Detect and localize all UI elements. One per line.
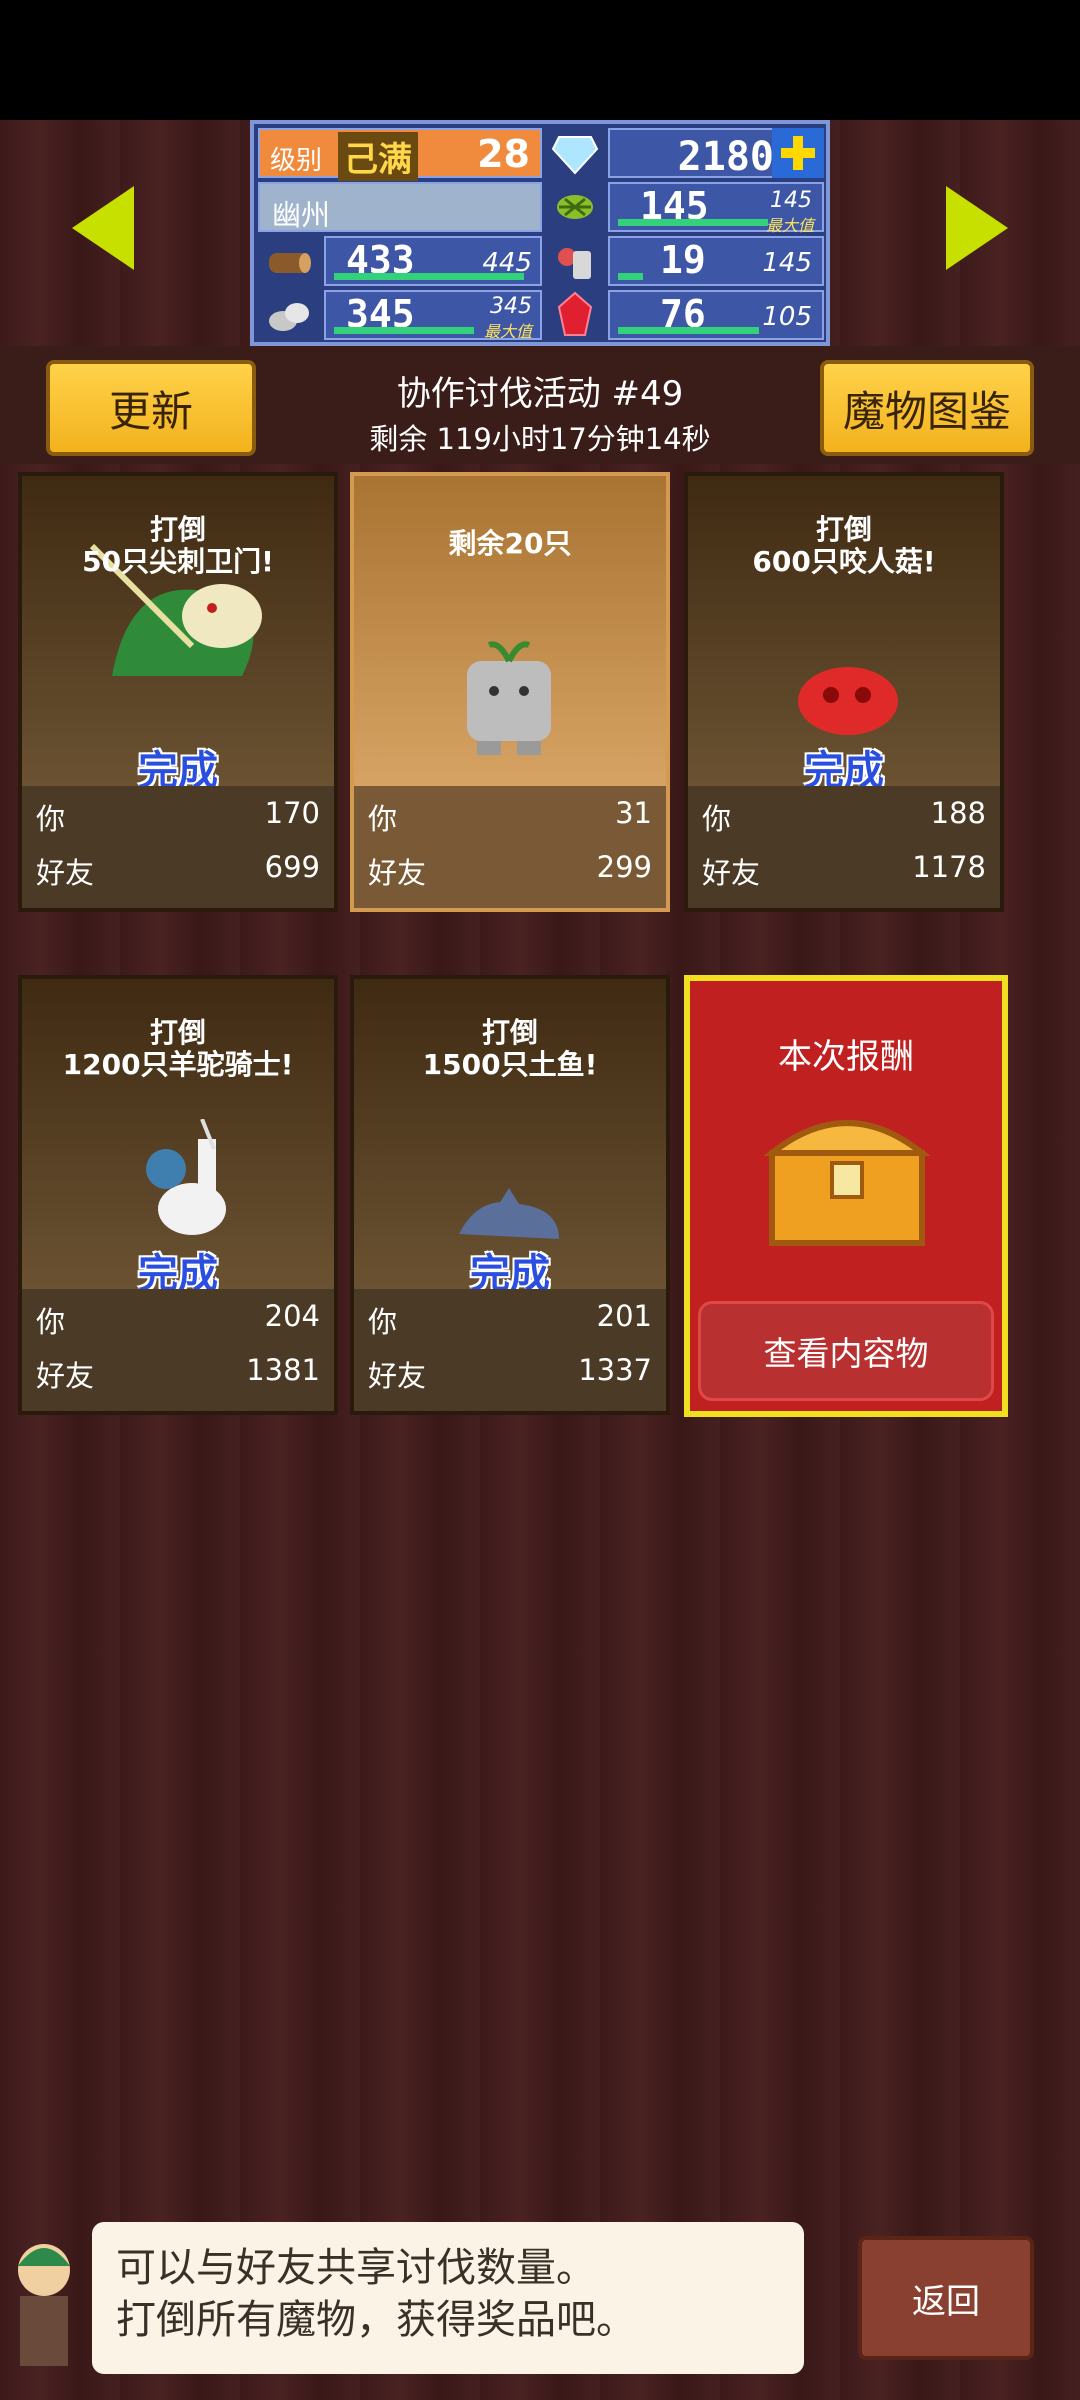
friend-label: 好友: [368, 1359, 427, 1393]
you-label: 你: [36, 802, 66, 836]
food-cell: 145 145 最大值: [608, 182, 824, 235]
food-max: 145: [770, 188, 812, 213]
friend-count: 1178: [912, 850, 986, 884]
wood-bar: [334, 273, 524, 280]
friend-label: 好友: [368, 856, 427, 890]
food-bar: [618, 219, 768, 226]
you-label: 你: [368, 1305, 398, 1339]
mission-card-art: 打倒 1500只土鱼! 完成: [354, 979, 666, 1297]
mission-card[interactable]: 打倒 50只尖刺卫门! 完成 你 170 好友 699: [18, 472, 338, 912]
mission-text: 打倒 600只咬人菇!: [752, 513, 936, 578]
troops-max: 145: [762, 248, 812, 278]
next-arrow-icon[interactable]: [946, 186, 1008, 270]
plus-icon: [781, 136, 815, 170]
gem-cell: 2180: [608, 128, 788, 180]
view-contents-button[interactable]: 查看内容物: [698, 1301, 994, 1401]
troops-value: 19: [660, 238, 706, 282]
alpaca-knight-monster-icon: [112, 1119, 252, 1249]
back-button[interactable]: 返回: [858, 2236, 1034, 2360]
avatar: [0, 2230, 88, 2380]
mission-card-art: 打倒 50只尖刺卫门! 完成: [22, 476, 334, 794]
ruby-cell: 76 105: [608, 290, 824, 340]
friend-count: 299: [596, 850, 652, 884]
level-label: 级别: [270, 146, 323, 176]
you-label: 你: [36, 1305, 66, 1339]
stone-icon: [258, 284, 320, 346]
you-count: 170: [264, 796, 320, 830]
treasure-chest-icon: [762, 1103, 932, 1253]
troops-bar: [618, 273, 643, 280]
stone-max-note: 最大值: [483, 322, 532, 341]
stats-panel: 你 204 好友 1381: [22, 1289, 334, 1411]
event-time-left: 剩余 119小时17分钟14秒: [369, 422, 711, 456]
mission-card[interactable]: 打倒 600只咬人菇! 完成 你 188 好友 1178: [684, 472, 1004, 912]
you-label: 你: [702, 802, 732, 836]
add-gems-button[interactable]: [772, 128, 824, 178]
bestiary-button[interactable]: 魔物图鉴: [820, 360, 1034, 456]
mission-text: 剩余20只: [448, 527, 572, 560]
food-max-note: 最大值: [765, 216, 814, 235]
friend-label: 好友: [36, 1359, 95, 1393]
stone-golem-monster-icon: [434, 626, 584, 766]
location-cell: 幽州: [258, 182, 542, 232]
friend-label: 好友: [36, 856, 95, 890]
friend-count: 1337: [578, 1353, 652, 1387]
stats-panel: 你 201 好友 1337: [354, 1289, 666, 1411]
prev-arrow-icon[interactable]: [72, 186, 134, 270]
you-count: 31: [615, 796, 652, 830]
wheat-icon: [544, 176, 606, 238]
friend-label: 好友: [702, 856, 761, 890]
stats-panel: 你 170 好友 699: [22, 786, 334, 908]
mission-text: 打倒 50只尖刺卫门!: [82, 513, 274, 578]
ruby-icon: [544, 284, 606, 346]
hint-line-2: 打倒所有魔物，获得奖品吧。: [116, 2297, 636, 2343]
you-count: 188: [930, 796, 986, 830]
resource-panel: 级别 己满 28 2180 幽州 145 145 最大值 433 445 19 …: [250, 120, 830, 346]
level-value: 28: [477, 132, 530, 176]
reward-title: 本次报酬: [778, 1037, 914, 1077]
wood-cell: 433 445: [324, 236, 542, 286]
mission-text: 打倒 1200只羊驼骑士!: [62, 1016, 294, 1081]
level-cell: 级别 己满 28: [258, 128, 542, 181]
update-button[interactable]: 更新: [46, 360, 256, 456]
mission-card[interactable]: 打倒 1500只土鱼! 完成 你 201 好友 1337: [350, 975, 670, 1415]
mission-card-art: 打倒 1200只羊驼骑士! 完成: [22, 979, 334, 1297]
hint-line-1: 可以与好友共享讨伐数量。: [116, 2245, 596, 2291]
mission-card-active[interactable]: 剩余20只 你 31 好友 299: [350, 472, 670, 912]
mission-text: 打倒 1500只土鱼!: [422, 1016, 598, 1081]
event-title: 协作讨伐活动 #49: [396, 374, 684, 414]
location-name: 幽州: [272, 198, 331, 232]
troops-cell: 19 145: [608, 236, 824, 286]
level-full-badge: 己满: [338, 132, 418, 181]
friend-count: 699: [264, 850, 320, 884]
gem-count: 2180: [677, 134, 774, 180]
stone-cell: 345 345 最大值: [324, 290, 542, 341]
ruby-bar: [618, 327, 759, 334]
stone-bar: [334, 327, 474, 334]
stats-panel: 你 31 好友 299: [354, 786, 666, 908]
reward-card: 本次报酬 查看内容物: [684, 975, 1008, 1417]
friend-count: 1381: [246, 1353, 320, 1387]
stone-max: 345: [490, 294, 532, 319]
mission-card-art: 打倒 600只咬人菇! 完成: [688, 476, 1000, 794]
ruby-max: 105: [762, 302, 812, 332]
you-count: 204: [264, 1299, 320, 1333]
stats-panel: 你 188 好友 1178: [688, 786, 1000, 908]
mission-card-art: 剩余20只: [354, 476, 666, 786]
mushroom-monster-icon: [788, 656, 908, 746]
mission-card[interactable]: 打倒 1200只羊驼骑士! 完成 你 204 好友 1381: [18, 975, 338, 1415]
status-bar: [0, 0, 1080, 120]
you-count: 201: [596, 1299, 652, 1333]
hint-bubble: 可以与好友共享讨伐数量。 打倒所有魔物，获得奖品吧。: [92, 2222, 804, 2374]
you-label: 你: [368, 802, 398, 836]
